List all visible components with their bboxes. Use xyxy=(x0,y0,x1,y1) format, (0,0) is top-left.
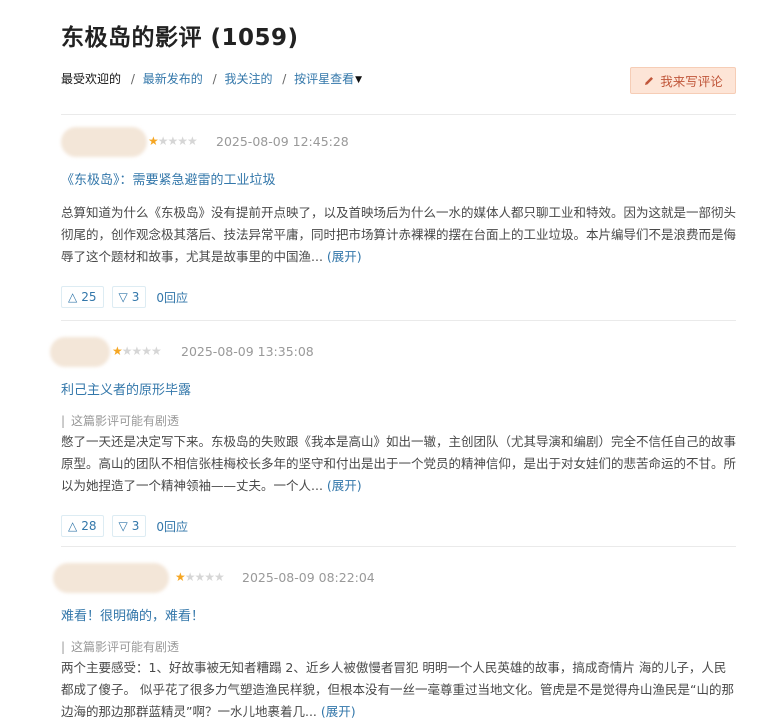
star-icon: ★★★★ xyxy=(121,344,162,358)
divider xyxy=(61,546,736,547)
star-icon: ★ xyxy=(175,570,186,584)
star-icon: ★ xyxy=(148,134,159,148)
review-excerpt: 憋了一天还是决定写下来。东极岛的失败跟《我本是高山》如出一辙，主创团队（尤其导演… xyxy=(61,434,737,493)
spoiler-text: 这篇影评可能有剧透 xyxy=(71,640,180,654)
nav-most-popular[interactable]: 最受欢迎的 xyxy=(61,72,121,86)
review-title[interactable]: 利己主义者的原形毕露 xyxy=(61,379,736,398)
review-item: ★★★★★ 2025-08-09 12:45:28 《东极岛》：需要紧急避雷的工… xyxy=(61,127,736,308)
spoiler-notice: | 这篇影评可能有剧透 xyxy=(61,412,736,429)
avatar[interactable] xyxy=(53,563,169,593)
nav-separator: / xyxy=(212,72,217,86)
reply-link[interactable]: 0回应 xyxy=(156,289,188,306)
review-item: ★★★★★ 2025-08-09 13:35:08 利己主义者的原形毕露 | 这篇… xyxy=(50,337,736,537)
page-title: 东极岛的影评 (1059) xyxy=(61,25,299,51)
upvote-count: 25 xyxy=(81,290,97,304)
caret-down-icon[interactable]: ▼ xyxy=(355,75,362,85)
rating-stars: ★★★★★ xyxy=(112,344,162,358)
avatar[interactable] xyxy=(50,337,110,367)
star-icon: ★★★★ xyxy=(157,134,198,148)
write-review-label: 我来写评论 xyxy=(660,74,723,89)
divider-bar: | xyxy=(61,414,66,428)
rating-stars: ★★★★★ xyxy=(148,134,198,148)
nav-separator: / xyxy=(282,72,287,86)
nav-separator: / xyxy=(130,72,135,86)
upvote-button[interactable]: △ 25 xyxy=(61,286,104,308)
avatar[interactable] xyxy=(61,127,147,157)
review-title[interactable]: 《东极岛》：需要紧急避雷的工业垃圾 xyxy=(61,169,736,188)
upvote-button[interactable]: △ 28 xyxy=(61,515,104,537)
nav-following[interactable]: 我关注的 xyxy=(224,72,272,86)
star-icon: ★★★★ xyxy=(184,570,225,584)
review-time: 2025-08-09 12:45:28 xyxy=(216,134,349,149)
divider xyxy=(61,114,736,115)
review-sort-nav: 最受欢迎的 / 最新发布的 / 我关注的 / 按评星查看▼ xyxy=(61,70,362,87)
triangle-down-icon: ▽ xyxy=(118,290,128,304)
triangle-up-icon: △ xyxy=(68,290,78,304)
review-body: 两个主要感受：1、好故事被无知者糟蹋 2、近乡人被傲慢者冒犯 明明一个人民英雄的… xyxy=(61,657,736,723)
review-body: 憋了一天还是决定写下来。东极岛的失败跟《我本是高山》如出一辙，主创团队（尤其导演… xyxy=(61,431,736,497)
downvote-count: 3 xyxy=(131,519,140,533)
write-review-button[interactable]: 我来写评论 xyxy=(630,67,736,94)
upvote-count: 28 xyxy=(81,519,97,533)
reply-link[interactable]: 0回应 xyxy=(156,518,188,535)
review-excerpt: 两个主要感受：1、好故事被无知者糟蹋 2、近乡人被傲慢者冒犯 明明一个人民英雄的… xyxy=(61,660,734,719)
triangle-up-icon: △ xyxy=(68,519,78,533)
rating-stars: ★★★★★ xyxy=(175,570,225,584)
review-body: 总算知道为什么《东极岛》没有提前开点映了，以及首映场后为什么一水的媒体人都只聊工… xyxy=(61,202,736,268)
review-time: 2025-08-09 13:35:08 xyxy=(181,344,314,359)
spoiler-text: 这篇影评可能有剧透 xyxy=(71,414,180,428)
review-time: 2025-08-09 08:22:04 xyxy=(242,570,375,585)
spoiler-notice: | 这篇影评可能有剧透 xyxy=(61,638,736,655)
nav-latest[interactable]: 最新发布的 xyxy=(143,72,203,86)
review-excerpt: 总算知道为什么《东极岛》没有提前开点映了，以及首映场后为什么一水的媒体人都只聊工… xyxy=(61,205,737,264)
downvote-button[interactable]: ▽ 3 xyxy=(111,286,147,308)
review-item: ★★★★★ 2025-08-09 08:22:04 难看！很明确的，难看！ | 这… xyxy=(53,563,736,723)
nav-by-rating[interactable]: 按评星查看 xyxy=(294,72,354,86)
divider xyxy=(61,320,736,321)
downvote-button[interactable]: ▽ 3 xyxy=(111,515,147,537)
triangle-down-icon: ▽ xyxy=(118,519,128,533)
expand-link[interactable]: (展开) xyxy=(327,478,362,493)
expand-link[interactable]: (展开) xyxy=(327,249,362,264)
review-title[interactable]: 难看！很明确的，难看！ xyxy=(61,605,736,624)
downvote-count: 3 xyxy=(131,290,140,304)
star-icon: ★ xyxy=(112,344,123,358)
pencil-icon xyxy=(645,76,654,85)
divider-bar: | xyxy=(61,640,66,654)
